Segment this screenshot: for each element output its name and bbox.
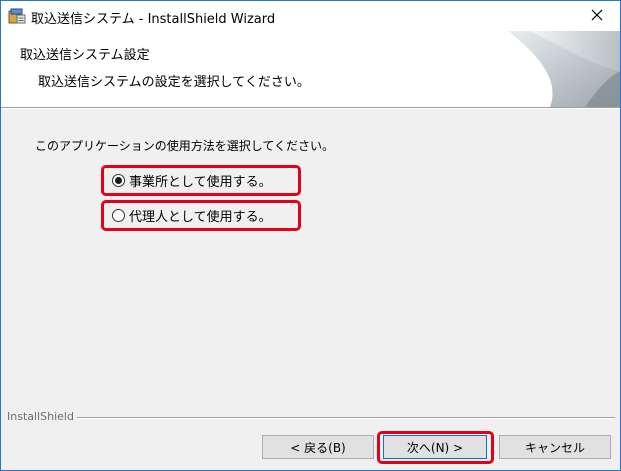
radio-agent[interactable]	[112, 209, 125, 222]
instruction-text: このアプリケーションの使用方法を選択してください。	[35, 139, 335, 153]
option-office-label[interactable]: 事業所として使用する。	[129, 171, 272, 190]
title-bar: 取込送信システム - InstallShield Wizard	[1, 1, 620, 31]
installer-app-icon	[8, 8, 26, 24]
banner-divider	[1, 107, 620, 109]
installshield-brand: InstallShield	[7, 410, 74, 423]
header-banner: 取込送信システム設定 取込送信システムの設定を選択してください。	[1, 31, 620, 107]
option-agent[interactable]: 代理人として使用する。	[101, 200, 301, 231]
radio-office[interactable]	[112, 174, 125, 187]
back-button[interactable]: < 戻る(B)	[262, 435, 374, 459]
curled-page-graphic-icon	[490, 31, 620, 107]
banner-title: 取込送信システム設定	[20, 48, 150, 63]
footer-divider	[77, 417, 615, 419]
option-office[interactable]: 事業所として使用する。	[101, 165, 301, 196]
banner-subtitle: 取込送信システムの設定を選択してください。	[38, 75, 310, 90]
option-agent-label[interactable]: 代理人として使用する。	[129, 206, 272, 225]
cancel-button[interactable]: キャンセル	[499, 435, 611, 459]
window-title: 取込送信システム - InstallShield Wizard	[31, 12, 276, 27]
next-button[interactable]: 次へ(N) >	[383, 435, 487, 459]
close-icon	[591, 9, 603, 24]
installer-window: 取込送信システム - InstallShield Wizard 取込送信システム…	[0, 0, 621, 471]
close-button[interactable]	[574, 1, 620, 31]
